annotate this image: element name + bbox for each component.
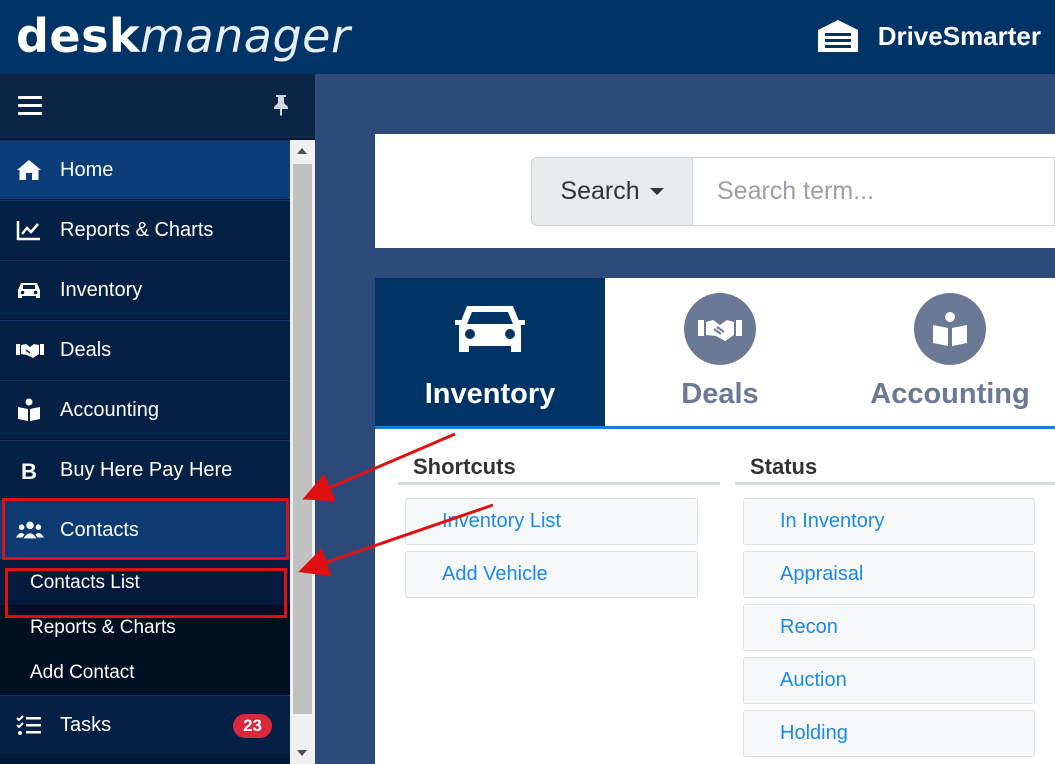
shortcut-inventory-list[interactable]: Inventory List [405, 498, 698, 545]
scroll-up-arrow-icon[interactable] [297, 148, 307, 154]
sidebar-menu: Home Reports & Charts Inventory Deals Ac… [0, 140, 290, 755]
shortcut-add-vehicle[interactable]: Add Vehicle [405, 551, 698, 598]
tab-label: Deals [681, 378, 759, 410]
handshake-icon [684, 293, 756, 365]
sidebar-item-home[interactable]: Home [0, 140, 290, 200]
scrollbar-thumb[interactable] [293, 164, 312, 714]
tab-inventory[interactable]: Inventory [375, 278, 605, 426]
module-tabs: Inventory Deals Accounting [375, 278, 1055, 429]
status-holding[interactable]: Holding [743, 710, 1035, 757]
home-icon [16, 158, 44, 182]
logo-italic-text: manager [140, 9, 351, 63]
car-icon [16, 278, 44, 302]
sidebar-toolbar [0, 74, 315, 138]
search-dropdown-label: Search [560, 177, 640, 205]
sidebar-item-tasks[interactable]: Tasks 23 [0, 695, 290, 755]
search-panel: Search [375, 134, 1055, 248]
status-divider [735, 482, 1055, 485]
tab-accounting[interactable]: Accounting [835, 278, 1055, 426]
brand-name: DriveSmarter [877, 20, 1041, 51]
sidebar-item-accounting[interactable]: Accounting [0, 380, 290, 440]
search-input[interactable] [693, 157, 1055, 226]
handshake-icon [16, 338, 44, 362]
submenu-add-contact[interactable]: Add Contact [0, 650, 290, 695]
sidebar-item-label: Deals [60, 338, 112, 361]
pin-icon[interactable] [272, 94, 290, 121]
hamburger-menu-icon[interactable] [18, 96, 42, 116]
sidebar-item-inventory[interactable]: Inventory [0, 260, 290, 320]
scroll-down-arrow-icon[interactable] [297, 750, 307, 756]
brand[interactable]: DriveSmarter [816, 14, 1041, 58]
dealership-icon [817, 20, 858, 52]
tab-deals[interactable]: Deals [605, 278, 835, 426]
shortcuts-heading: Shortcuts [413, 454, 516, 479]
search-type-dropdown[interactable]: Search [531, 157, 693, 226]
sidebar-item-label: Reports & Charts [60, 218, 214, 241]
shortcuts-divider [398, 482, 720, 485]
tasks-count-badge: 23 [233, 714, 272, 738]
status-appraisal[interactable]: Appraisal [743, 551, 1035, 598]
sidebar-item-label: Inventory [60, 278, 143, 301]
sidebar: Home Reports & Charts Inventory Deals Ac… [0, 74, 315, 764]
sidebar-item-deals[interactable]: Deals [0, 320, 290, 380]
sidebar-item-label: Tasks [60, 713, 112, 736]
status-heading: Status [750, 454, 818, 479]
caret-down-icon [649, 188, 664, 195]
status-in-inventory[interactable]: In Inventory [743, 498, 1035, 545]
sidebar-scrollbar[interactable] [290, 140, 315, 764]
highlight-box-contacts-list [5, 568, 287, 618]
sidebar-item-label: Accounting [60, 398, 159, 421]
svg-text:B: B [21, 459, 37, 481]
highlight-box-contacts [2, 498, 289, 560]
tab-label: Accounting [870, 378, 1030, 410]
car-icon [453, 300, 527, 363]
status-auction[interactable]: Auction [743, 657, 1035, 704]
tasks-icon [16, 713, 44, 737]
book-reader-icon [16, 398, 44, 422]
sidebar-item-label: Buy Here Pay Here [60, 458, 233, 481]
top-header: deskmanager DriveSmarter [0, 0, 1055, 74]
sidebar-item-label: Home [60, 158, 114, 181]
logo-bold-text: desk [16, 9, 141, 63]
bold-b-icon: B [16, 458, 44, 482]
deskmanager-logo[interactable]: deskmanager [16, 8, 350, 64]
sidebar-item-reports-charts[interactable]: Reports & Charts [0, 200, 290, 260]
status-recon[interactable]: Recon [743, 604, 1035, 651]
tab-label: Inventory [424, 378, 556, 410]
module-panel: Inventory Deals Accounting Shortcuts Inv… [375, 278, 1055, 764]
book-reader-icon [914, 293, 986, 365]
chart-line-icon [16, 218, 44, 242]
sidebar-item-buy-here-pay-here[interactable]: B Buy Here Pay Here [0, 440, 290, 500]
